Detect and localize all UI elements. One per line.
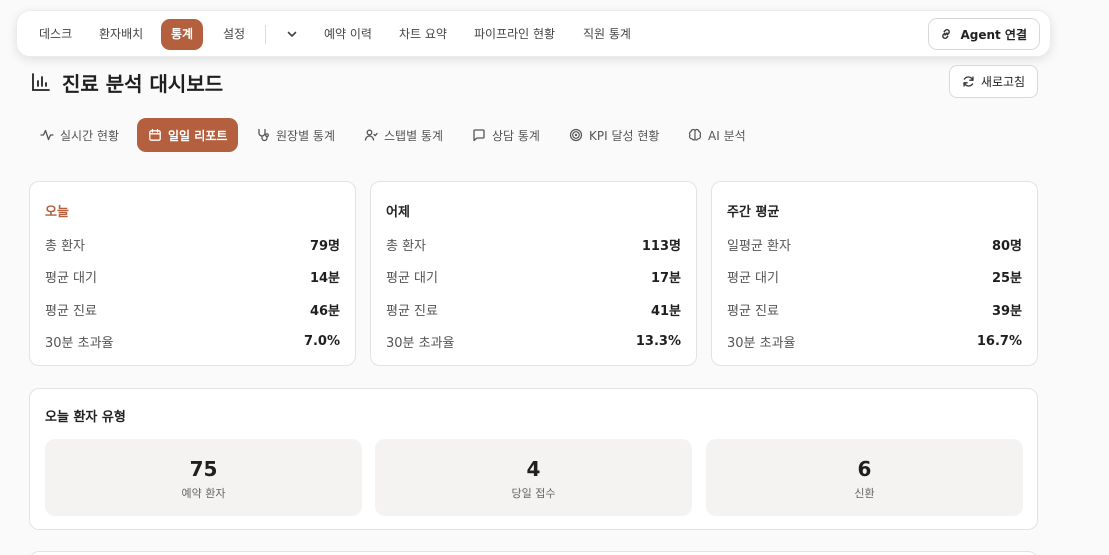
nav-statistics[interactable]: 통계 bbox=[161, 19, 204, 50]
tab-doctor-stats-label: 원장별 통계 bbox=[276, 128, 336, 143]
card-title: 오늘 bbox=[45, 205, 69, 220]
stat-value: 14분 bbox=[309, 270, 340, 286]
same-day-stat: 4 당일 접수 bbox=[375, 439, 692, 516]
stat-label: 평균 진료 bbox=[727, 303, 779, 319]
weekly-average-card: 주간 평균 일평균 환자 80명 평균 대기 25분 평균 진료 39분 30분 초과… bbox=[711, 181, 1038, 366]
stat-caption: 신환 bbox=[854, 487, 875, 500]
link-icon bbox=[939, 27, 953, 41]
tab-doctor-stats[interactable]: 원장별 통계 bbox=[245, 118, 346, 152]
calendar-icon bbox=[148, 128, 162, 142]
next-section-card bbox=[29, 551, 1038, 555]
tab-consultation-stats[interactable]: 상담 통계 bbox=[461, 118, 551, 152]
card-title: 어제 bbox=[386, 205, 410, 220]
stat-label: 30분 초과율 bbox=[727, 335, 796, 351]
stat-caption: 당일 접수 bbox=[511, 487, 556, 500]
stat-row: 30분 초과율 13.3% bbox=[386, 331, 681, 351]
stat-label: 평균 진료 bbox=[386, 303, 438, 319]
stat-row: 총 환자 79명 bbox=[45, 234, 340, 254]
tab-kpi-status-label: KPI 달성 현황 bbox=[589, 128, 660, 143]
nav-pipeline-status[interactable]: 파이프라인 현황 bbox=[464, 19, 565, 50]
refresh-button[interactable]: 새로고침 bbox=[949, 65, 1038, 98]
stat-label: 총 환자 bbox=[45, 238, 86, 254]
nav-patient-placement[interactable]: 환자배치 bbox=[89, 19, 153, 50]
stat-value: 80명 bbox=[991, 238, 1022, 254]
stat-row: 평균 대기 25분 bbox=[727, 266, 1022, 286]
stat-number: 6 bbox=[857, 457, 872, 481]
nav-chart-summary[interactable]: 차트 요약 bbox=[389, 19, 457, 50]
stat-row: 30분 초과율 7.0% bbox=[45, 331, 340, 351]
page-title: 진료 분석 대시보드 bbox=[62, 71, 224, 96]
reservation-patients-stat: 75 예약 환자 bbox=[45, 439, 362, 516]
tab-ai-analysis-label: AI 분석 bbox=[708, 128, 746, 143]
stat-row: 평균 대기 17분 bbox=[386, 266, 681, 286]
stat-value: 7.0% bbox=[303, 333, 340, 349]
stat-row: 평균 진료 46분 bbox=[45, 299, 340, 319]
stat-value: 17분 bbox=[650, 270, 681, 286]
stat-row: 30분 초과율 16.7% bbox=[727, 331, 1022, 351]
stat-row: 일평균 환자 80명 bbox=[727, 234, 1022, 254]
tab-daily-report-label: 일일 리포트 bbox=[168, 128, 228, 143]
chevron-down-icon[interactable] bbox=[282, 24, 302, 44]
stat-value: 41분 bbox=[650, 303, 681, 319]
stat-number: 4 bbox=[526, 457, 541, 481]
nav-desk[interactable]: 데스크 bbox=[29, 19, 82, 50]
activity-icon bbox=[40, 128, 54, 142]
new-patient-stat: 6 신환 bbox=[706, 439, 1023, 516]
page-header: 진료 분석 대시보드 bbox=[30, 66, 223, 98]
stat-value: 79명 bbox=[309, 238, 340, 254]
nav-divider bbox=[265, 25, 266, 44]
tab-staff-stats-label: 스탭별 통계 bbox=[384, 128, 444, 143]
stat-row: 평균 대기 14분 bbox=[45, 266, 340, 286]
stat-value: 113명 bbox=[641, 238, 681, 254]
stat-value: 16.7% bbox=[976, 333, 1022, 349]
patient-types-title: 오늘 환자 유형 bbox=[45, 410, 126, 425]
tab-ai-analysis[interactable]: AI 분석 bbox=[677, 118, 757, 152]
stat-value: 46분 bbox=[309, 303, 340, 319]
stat-label: 평균 대기 bbox=[727, 270, 779, 286]
agent-connect-label: Agent 연결 bbox=[960, 27, 1027, 42]
stat-label: 평균 대기 bbox=[386, 270, 438, 286]
tab-staff-stats[interactable]: 스탭별 통계 bbox=[353, 118, 454, 152]
stat-number: 75 bbox=[189, 457, 218, 481]
target-icon bbox=[569, 128, 583, 142]
stat-value: 39분 bbox=[991, 303, 1022, 319]
nav-staff-statistics[interactable]: 직원 통계 bbox=[573, 19, 641, 50]
nav-settings[interactable]: 설정 bbox=[213, 19, 255, 50]
stat-row: 평균 진료 39분 bbox=[727, 299, 1022, 319]
stat-label: 일평균 환자 bbox=[727, 238, 791, 254]
top-nav: 데스크 환자배치 통계 설정 예약 이력 차트 요약 파이프라인 현황 직원 통… bbox=[16, 10, 1051, 57]
stat-caption: 예약 환자 bbox=[181, 487, 226, 500]
message-square-icon bbox=[472, 128, 486, 142]
stethoscope-icon bbox=[256, 128, 270, 142]
nav-reservation-history[interactable]: 예약 이력 bbox=[314, 19, 382, 50]
stat-label: 평균 대기 bbox=[45, 270, 97, 286]
today-card: 오늘 총 환자 79명 평균 대기 14분 평균 진료 46분 30분 초과율 7.0% bbox=[29, 181, 356, 366]
stat-label: 총 환자 bbox=[386, 238, 427, 254]
card-title: 주간 평균 bbox=[727, 205, 780, 220]
stat-label: 30분 초과율 bbox=[386, 335, 455, 351]
stat-label: 평균 진료 bbox=[45, 303, 97, 319]
tab-consultation-stats-label: 상담 통계 bbox=[492, 128, 540, 143]
bar-chart-icon bbox=[30, 71, 52, 93]
stat-value: 25분 bbox=[991, 270, 1022, 286]
refresh-icon bbox=[962, 75, 975, 88]
tab-kpi-status[interactable]: KPI 달성 현황 bbox=[558, 118, 670, 152]
patient-types-card: 오늘 환자 유형 75 예약 환자 4 당일 접수 6 신환 bbox=[29, 388, 1038, 530]
stat-row: 평균 진료 41분 bbox=[386, 299, 681, 319]
brain-icon bbox=[688, 128, 702, 142]
tab-realtime-label: 실시간 현황 bbox=[60, 128, 120, 143]
tab-realtime[interactable]: 실시간 현황 bbox=[29, 118, 130, 152]
stat-value: 13.3% bbox=[635, 333, 681, 349]
tab-daily-report[interactable]: 일일 리포트 bbox=[137, 118, 239, 152]
stat-row: 총 환자 113명 bbox=[386, 234, 681, 254]
yesterday-card: 어제 총 환자 113명 평균 대기 17분 평균 진료 41분 30분 초과율 13.… bbox=[370, 181, 697, 366]
stat-label: 30분 초과율 bbox=[45, 335, 114, 351]
refresh-label: 새로고침 bbox=[980, 75, 1026, 89]
agent-connect-button[interactable]: Agent 연결 bbox=[928, 18, 1040, 50]
users-icon bbox=[364, 128, 378, 142]
